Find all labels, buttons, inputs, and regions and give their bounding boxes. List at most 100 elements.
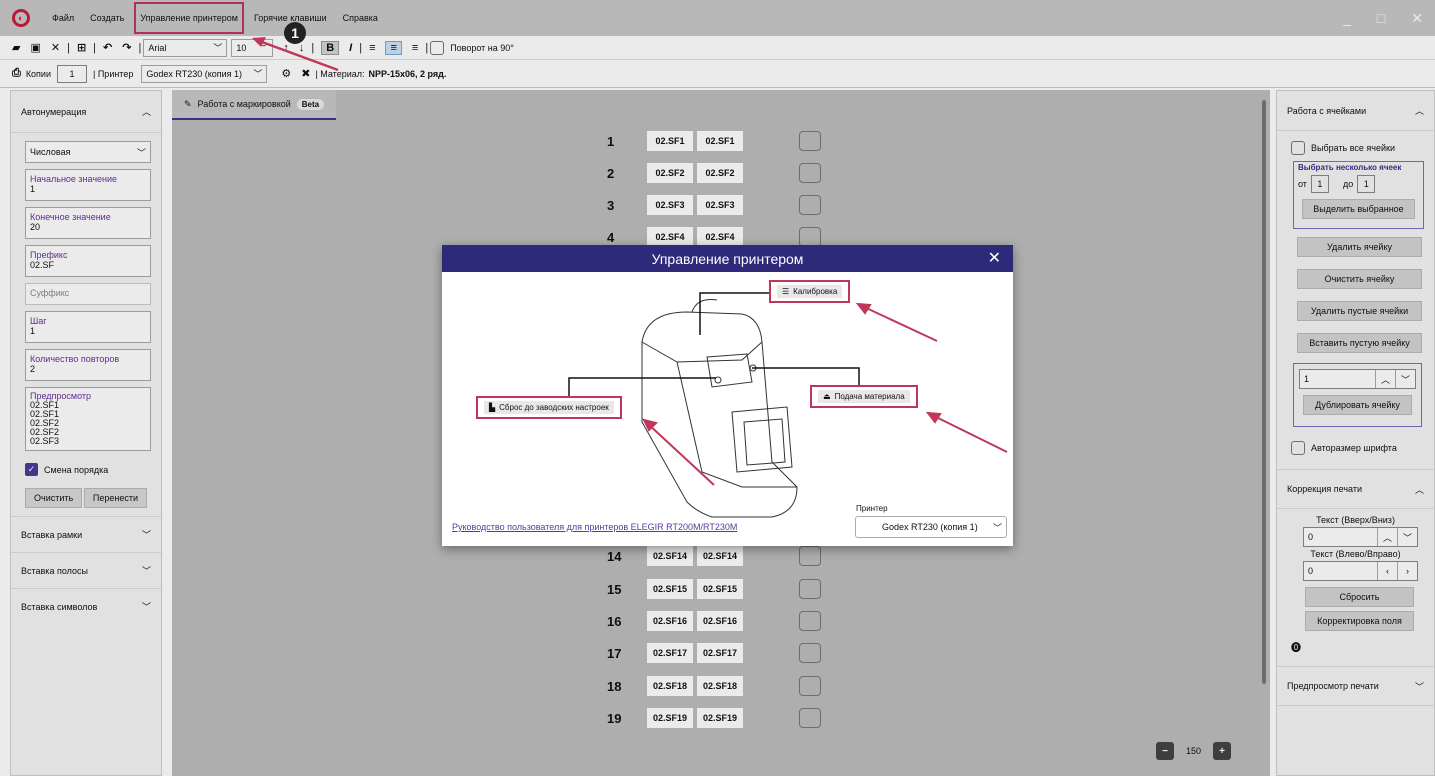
close-icon[interactable]: ✕: [988, 248, 1001, 268]
chevron-down-icon[interactable]: ﹀: [1395, 370, 1415, 388]
zoom-out-icon[interactable]: −: [1156, 742, 1174, 760]
minimize-button[interactable]: _: [1343, 10, 1351, 26]
numbering-type-select[interactable]: Числовая ﹀: [25, 141, 151, 163]
font-size-select[interactable]: 10 ﹀: [231, 38, 274, 57]
cell[interactable]: 02.SF3: [647, 195, 693, 215]
cells-header[interactable]: Работа с ячейками ︿: [1277, 91, 1434, 131]
cell[interactable]: 02.SF17: [647, 643, 693, 663]
step-field[interactable]: Шаг 1: [25, 311, 151, 343]
cell[interactable]: 02.SF18: [697, 676, 743, 696]
row-checkbox[interactable]: [799, 708, 821, 728]
insert-symbols-section[interactable]: Вставка символов ﹀: [11, 588, 161, 624]
rotate-checkbox[interactable]: [430, 40, 445, 55]
cell[interactable]: 02.SF16: [697, 611, 743, 631]
cell[interactable]: 02.SF2: [697, 163, 743, 183]
autosize-checkbox[interactable]: [1291, 441, 1305, 455]
row-checkbox[interactable]: [799, 546, 821, 566]
end-value-field[interactable]: Конечное значение 20: [25, 207, 151, 239]
table-icon[interactable]: ⊞: [77, 41, 86, 54]
chevron-up-icon[interactable]: ︿: [1375, 370, 1395, 388]
chevron-up-icon[interactable]: ︿: [1377, 528, 1397, 546]
maximize-button[interactable]: □: [1377, 10, 1385, 26]
clear-cell-button[interactable]: Очистить ячейку: [1297, 269, 1422, 289]
cell[interactable]: 02.SF1: [647, 131, 693, 151]
text-horizontal-stepper[interactable]: 0 ‹ ›: [1303, 561, 1418, 581]
align-right-icon[interactable]: ≡: [412, 42, 418, 54]
cell[interactable]: 02.SF4: [697, 227, 743, 247]
close-doc-icon[interactable]: ✕: [51, 41, 60, 54]
printer-select[interactable]: Godex RT230 (копия 1) ﹀: [141, 64, 268, 83]
open-folder-icon[interactable]: ▰: [12, 41, 20, 54]
correction-header[interactable]: Коррекция печати ︿: [1277, 469, 1434, 509]
select-all-checkbox[interactable]: [1291, 141, 1305, 155]
cell[interactable]: 02.SF17: [697, 643, 743, 663]
delete-empty-cells-button[interactable]: Удалить пустые ячейки: [1297, 301, 1422, 321]
clear-button[interactable]: Очистить: [25, 488, 83, 508]
tools-icon[interactable]: ✖: [301, 67, 310, 80]
move-button[interactable]: Перенести: [83, 488, 147, 508]
start-value-field[interactable]: Начальное значение 1: [25, 169, 151, 201]
cell[interactable]: 02.SF14: [697, 546, 743, 566]
arrow-down-icon[interactable]: ↓: [299, 42, 305, 54]
bold-icon[interactable]: B: [321, 40, 340, 55]
row-checkbox[interactable]: [799, 195, 821, 215]
text-vertical-stepper[interactable]: 0 ︿ ﹀: [1303, 527, 1418, 547]
italic-icon[interactable]: I: [349, 42, 352, 54]
copies-input[interactable]: 1: [57, 64, 87, 83]
factory-reset-button[interactable]: ▙ Сброс до заводских настроек: [476, 396, 622, 419]
menu-file[interactable]: Файл: [44, 0, 82, 36]
cell[interactable]: 02.SF15: [647, 579, 693, 599]
manual-link[interactable]: Руководство пользователя для принтеров E…: [452, 522, 737, 532]
cell[interactable]: 02.SF2: [647, 163, 693, 183]
from-input[interactable]: 1: [1310, 175, 1329, 193]
preview-box[interactable]: Предпросмотр 02.SF1 02.SF1 02.SF2 02.SF2…: [25, 387, 151, 451]
row-checkbox[interactable]: [799, 227, 821, 247]
feed-material-button[interactable]: ⏏ Подача материала: [810, 385, 918, 408]
help-icon[interactable]: ⓿: [1291, 639, 1420, 654]
menu-create[interactable]: Создать: [82, 0, 132, 36]
row-checkbox[interactable]: [799, 579, 821, 599]
cell[interactable]: 02.SF14: [647, 546, 693, 566]
suffix-field[interactable]: Суффикс: [25, 283, 151, 305]
delete-cell-button[interactable]: Удалить ячейку: [1297, 237, 1422, 257]
chevron-down-icon[interactable]: ﹀: [1397, 528, 1417, 546]
vertical-scrollbar[interactable]: [1262, 100, 1266, 684]
save-icon[interactable]: ▣: [30, 41, 40, 54]
printer-icon[interactable]: ⎙: [12, 67, 21, 80]
autonumbering-header[interactable]: Автонумерация ︿: [11, 91, 161, 133]
row-checkbox[interactable]: [799, 131, 821, 151]
cell[interactable]: 02.SF3: [697, 195, 743, 215]
tab-marking[interactable]: ✎ Работа с маркировкой Beta: [172, 90, 337, 120]
row-checkbox[interactable]: [799, 676, 821, 696]
cell[interactable]: 02.SF18: [647, 676, 693, 696]
insert-stripe-section[interactable]: Вставка полосы ﹀: [11, 552, 161, 588]
select-all-row[interactable]: Выбрать все ячейки: [1291, 141, 1420, 155]
row-checkbox[interactable]: [799, 163, 821, 183]
cell[interactable]: 02.SF1: [697, 131, 743, 151]
menu-help[interactable]: Справка: [335, 0, 386, 36]
duplicate-cell-button[interactable]: Дублировать ячейку: [1303, 395, 1412, 415]
align-center-icon[interactable]: ≡: [385, 40, 402, 55]
chevron-right-icon[interactable]: ›: [1397, 562, 1417, 580]
checkmark-icon[interactable]: ✓: [25, 463, 38, 476]
insert-frame-section[interactable]: Вставка рамки ﹀: [11, 516, 161, 552]
autosize-row[interactable]: Авторазмер шрифта: [1291, 441, 1420, 455]
reset-button[interactable]: Сбросить: [1305, 587, 1414, 607]
undo-icon[interactable]: ↶: [103, 41, 112, 54]
duplicate-stepper[interactable]: 1 ︿ ﹀: [1299, 369, 1416, 389]
cell[interactable]: 02.SF15: [697, 579, 743, 599]
align-left-icon[interactable]: ≡: [369, 42, 375, 54]
close-window-button[interactable]: ✕: [1411, 10, 1423, 27]
zoom-in-icon[interactable]: +: [1213, 742, 1232, 760]
field-correction-button[interactable]: Корректировка поля: [1305, 611, 1414, 631]
arrow-up-icon[interactable]: ↑: [283, 42, 289, 54]
insert-empty-cell-button[interactable]: Вставить пустую ячейку: [1297, 333, 1422, 353]
to-input[interactable]: 1: [1357, 175, 1376, 193]
repeat-count-field[interactable]: Количество повторов 2: [25, 349, 151, 381]
prefix-field[interactable]: Префикс 02.SF: [25, 245, 151, 277]
row-checkbox[interactable]: [799, 643, 821, 663]
cell[interactable]: 02.SF4: [647, 227, 693, 247]
cell[interactable]: 02.SF16: [647, 611, 693, 631]
cell[interactable]: 02.SF19: [647, 708, 693, 728]
select-range-button[interactable]: Выделить выбранное: [1302, 199, 1415, 219]
